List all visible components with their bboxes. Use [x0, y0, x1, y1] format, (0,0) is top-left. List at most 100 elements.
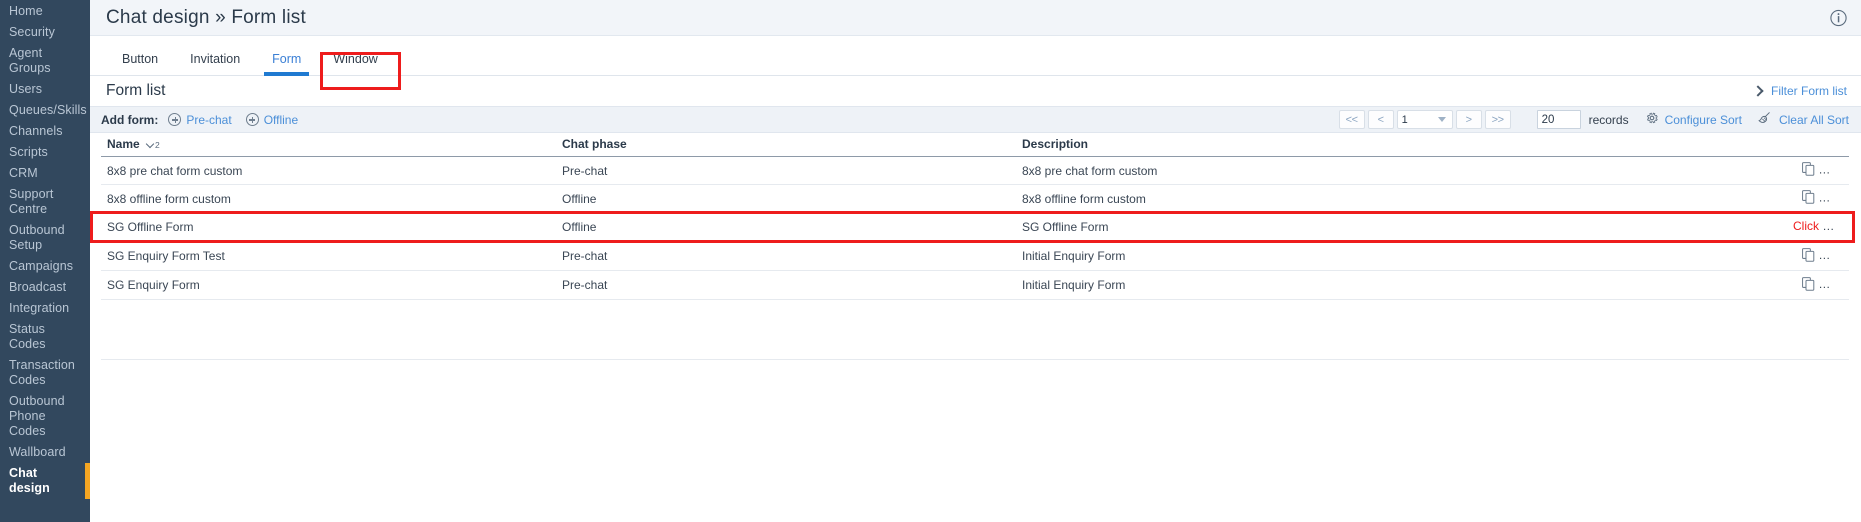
cell-chat-phase: Offline — [556, 212, 1016, 242]
table-row[interactable]: 8x8 offline form custom Offline 8x8 offl… — [101, 184, 1849, 213]
column-header-actions — [1787, 133, 1849, 157]
table-row[interactable]: 8x8 pre chat form custom Pre-chat 8x8 pr… — [101, 156, 1849, 185]
pagination-controls: << < 1 > >> — [1338, 110, 1511, 129]
row-annotation-text: Click on penci to add personalise messag… — [1793, 219, 1849, 234]
sidebar-item-users[interactable]: Users — [0, 79, 90, 100]
sidebar-item-integration[interactable]: Integration — [0, 298, 90, 319]
tab-form[interactable]: Form — [256, 52, 317, 76]
sidebar-item-channels[interactable]: Channels — [0, 121, 90, 142]
cell-chat-phase: Offline — [556, 184, 1016, 213]
sidebar-item-crm[interactable]: CRM — [0, 163, 90, 184]
sidebar-item-home[interactable]: Home — [0, 0, 90, 22]
cell-actions — [1787, 270, 1849, 300]
records-label: records — [1588, 112, 1629, 127]
tab-label: Invitation — [190, 52, 241, 66]
pagination-last-button[interactable]: >> — [1484, 110, 1511, 129]
sidebar-item-label: Queues/Skills — [9, 103, 87, 117]
records-per-page-input[interactable]: 20 — [1536, 110, 1581, 129]
pagination-page-select[interactable]: 1 — [1396, 110, 1453, 129]
sidebar-item-campaigns[interactable]: Campaigns — [0, 256, 90, 277]
add-prechat-label: Pre-chat — [186, 112, 232, 127]
sidebar-item-label: Transaction Codes — [9, 358, 75, 387]
copy-icon[interactable] — [1802, 276, 1815, 294]
column-header-chat-phase[interactable]: Chat phase — [556, 133, 1016, 157]
sidebar-item-label: Broadcast — [9, 280, 67, 294]
sidebar-item-label: Integration — [9, 301, 70, 315]
sidebar-item-broadcast[interactable]: Broadcast — [0, 277, 90, 298]
pagination-first-button[interactable]: << — [1338, 110, 1365, 129]
column-header-name[interactable]: Name 2 — [101, 133, 556, 157]
sidebar-item-label: Support Centre — [9, 187, 54, 216]
pagination-prev-button[interactable]: < — [1367, 110, 1394, 129]
list-toolbar: Add form: Pre-chat Offline << < 1 > >> 2… — [90, 106, 1861, 133]
cell-actions — [1787, 184, 1849, 213]
tab-label: Button — [122, 52, 159, 66]
tab-window[interactable]: Window — [317, 52, 393, 75]
cell-chat-phase: Pre-chat — [556, 241, 1016, 271]
empty-cell — [1016, 299, 1787, 360]
clear-all-sort-button[interactable]: Clear All Sort — [1758, 111, 1849, 128]
table-row[interactable]: SG Enquiry Form Test Pre-chat Initial En… — [101, 241, 1849, 271]
pencil-icon[interactable] — [1827, 247, 1842, 265]
tab-bar: Button Invitation Form Window — [90, 36, 1861, 90]
table-row[interactable]: SG Offline Form Offline SG Offline Form … — [101, 212, 1849, 242]
sidebar-item-label: Home — [9, 4, 43, 18]
copy-icon[interactable] — [1802, 190, 1815, 207]
cell-chat-phase: Pre-chat — [556, 156, 1016, 185]
sidebar-item-label: Outbound Phone Codes — [9, 394, 65, 438]
sidebar-item-chat-design[interactable]: Chat design — [0, 463, 90, 499]
empty-cell — [1787, 299, 1849, 360]
empty-cell — [101, 299, 556, 360]
filter-form-list-button[interactable]: Filter Form list — [1752, 84, 1847, 98]
sidebar-item-queues-skills[interactable]: Queues/Skills — [0, 100, 90, 121]
sidebar-item-label: Wallboard — [9, 445, 66, 459]
cell-description: 8x8 pre chat form custom — [1016, 156, 1787, 185]
copy-icon[interactable] — [1802, 247, 1815, 265]
eye-icon[interactable] — [1827, 191, 1844, 206]
copy-icon[interactable] — [1802, 162, 1815, 179]
sidebar-item-wallboard[interactable]: Wallboard — [0, 442, 90, 463]
broom-icon — [1758, 111, 1773, 128]
sidebar-item-outbound-setup[interactable]: Outbound Setup — [0, 220, 90, 256]
add-offline-label: Offline — [263, 112, 299, 127]
info-circle-icon[interactable] — [1830, 9, 1847, 26]
sidebar-item-scripts[interactable]: Scripts — [0, 142, 90, 163]
chevron-right-icon — [1752, 85, 1764, 97]
tab-label: Form — [272, 52, 302, 66]
cell-actions — [1787, 156, 1849, 185]
table-head: Name 2 Chat phase Description — [101, 133, 1849, 157]
pagination-next-button[interactable]: > — [1455, 110, 1482, 129]
table-row-empty — [101, 299, 1849, 360]
sidebar-item-security[interactable]: Security — [0, 22, 90, 43]
filter-link-label: Filter Form list — [1771, 84, 1847, 98]
sidebar-item-support-centre[interactable]: Support Centre — [0, 184, 90, 220]
tab-label: Window — [333, 52, 378, 66]
table-body: 8x8 pre chat form custom Pre-chat 8x8 pr… — [101, 156, 1849, 360]
cell-actions: Click on penci to add personalise messag… — [1787, 212, 1849, 242]
sidebar-item-transaction-codes[interactable]: Transaction Codes — [0, 355, 90, 391]
gear-icon — [1645, 111, 1659, 128]
add-prechat-form-button[interactable]: Pre-chat — [168, 112, 232, 127]
sidebar-item-label: Chat design — [9, 466, 50, 495]
sidebar-item-label: Channels — [9, 124, 63, 138]
sidebar-item-agent-groups[interactable]: Agent Groups — [0, 43, 90, 79]
cell-name: 8x8 offline form custom — [101, 184, 556, 213]
cell-description: Initial Enquiry Form — [1016, 270, 1787, 300]
eye-icon[interactable] — [1827, 163, 1844, 178]
sort-descending-icon: 2 — [145, 139, 160, 150]
table-row[interactable]: SG Enquiry Form Pre-chat Initial Enquiry… — [101, 270, 1849, 300]
pencil-icon[interactable] — [1827, 276, 1842, 294]
configure-sort-label: Configure Sort — [1664, 112, 1742, 127]
add-offline-form-button[interactable]: Offline — [245, 112, 299, 127]
sidebar-item-label: Agent Groups — [9, 46, 51, 75]
sidebar-item-label: Status Codes — [9, 322, 46, 351]
tab-button[interactable]: Button — [106, 52, 174, 75]
cell-name: SG Enquiry Form — [101, 270, 556, 300]
tab-invitation[interactable]: Invitation — [174, 52, 256, 75]
sidebar-item-status-codes[interactable]: Status Codes — [0, 319, 90, 355]
configure-sort-button[interactable]: Configure Sort — [1645, 111, 1742, 128]
sidebar-item-outbound-phone-codes[interactable]: Outbound Phone Codes — [0, 391, 90, 442]
sort-chevron — [145, 139, 155, 149]
column-header-description[interactable]: Description — [1016, 133, 1787, 157]
cell-name: SG Enquiry Form Test — [101, 241, 556, 271]
